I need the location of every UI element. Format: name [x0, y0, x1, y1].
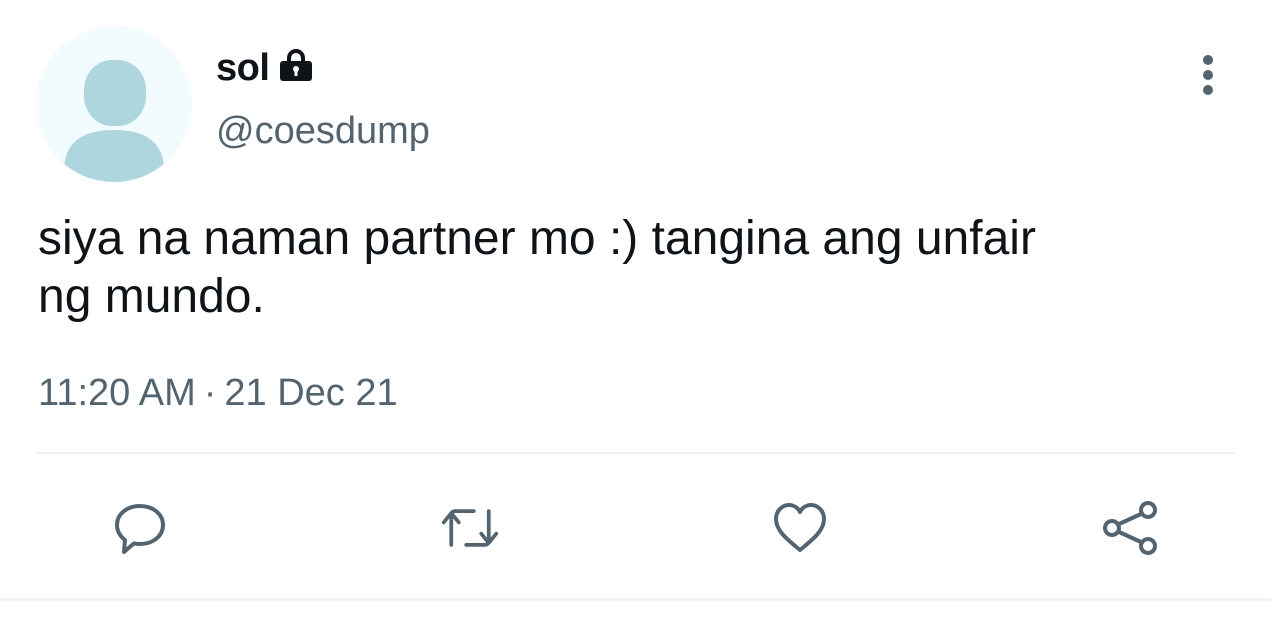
avatar[interactable]: [36, 26, 192, 182]
retweet-icon: [441, 509, 499, 547]
reply-button[interactable]: [110, 498, 170, 558]
tweet-text-line: siya na naman partner mo :) tangina ang …: [38, 212, 1036, 265]
timestamp-separator: ·: [203, 372, 217, 414]
bottom-divider: [0, 598, 1271, 601]
tweet-time: 11:20 AM: [38, 372, 196, 414]
reply-icon: [115, 504, 165, 554]
tweet-text-line: ng mundo.: [38, 270, 265, 323]
tweet-card: sol @coesdump siya na naman partner mo :…: [0, 0, 1271, 618]
more-options-icon: [1203, 55, 1213, 95]
divider: [36, 452, 1235, 454]
tweet-text: siya na naman partner mo :) tangina ang …: [38, 210, 1218, 326]
share-button[interactable]: [1100, 498, 1160, 558]
more-options-button[interactable]: [1190, 50, 1226, 100]
like-icon: [774, 503, 826, 552]
author-name-row: sol: [216, 44, 315, 92]
tweet-date: 21 Dec 21: [224, 372, 398, 414]
author-handle[interactable]: @coesdump: [216, 110, 430, 153]
retweet-button[interactable]: [440, 498, 500, 558]
default-avatar-icon: [64, 60, 164, 182]
display-name[interactable]: sol: [216, 47, 270, 90]
share-icon: [1103, 501, 1157, 555]
lock-icon: [277, 46, 315, 89]
tweet-timestamp[interactable]: 11:20 AM · 21 Dec 21: [38, 372, 398, 415]
like-button[interactable]: [770, 498, 830, 558]
